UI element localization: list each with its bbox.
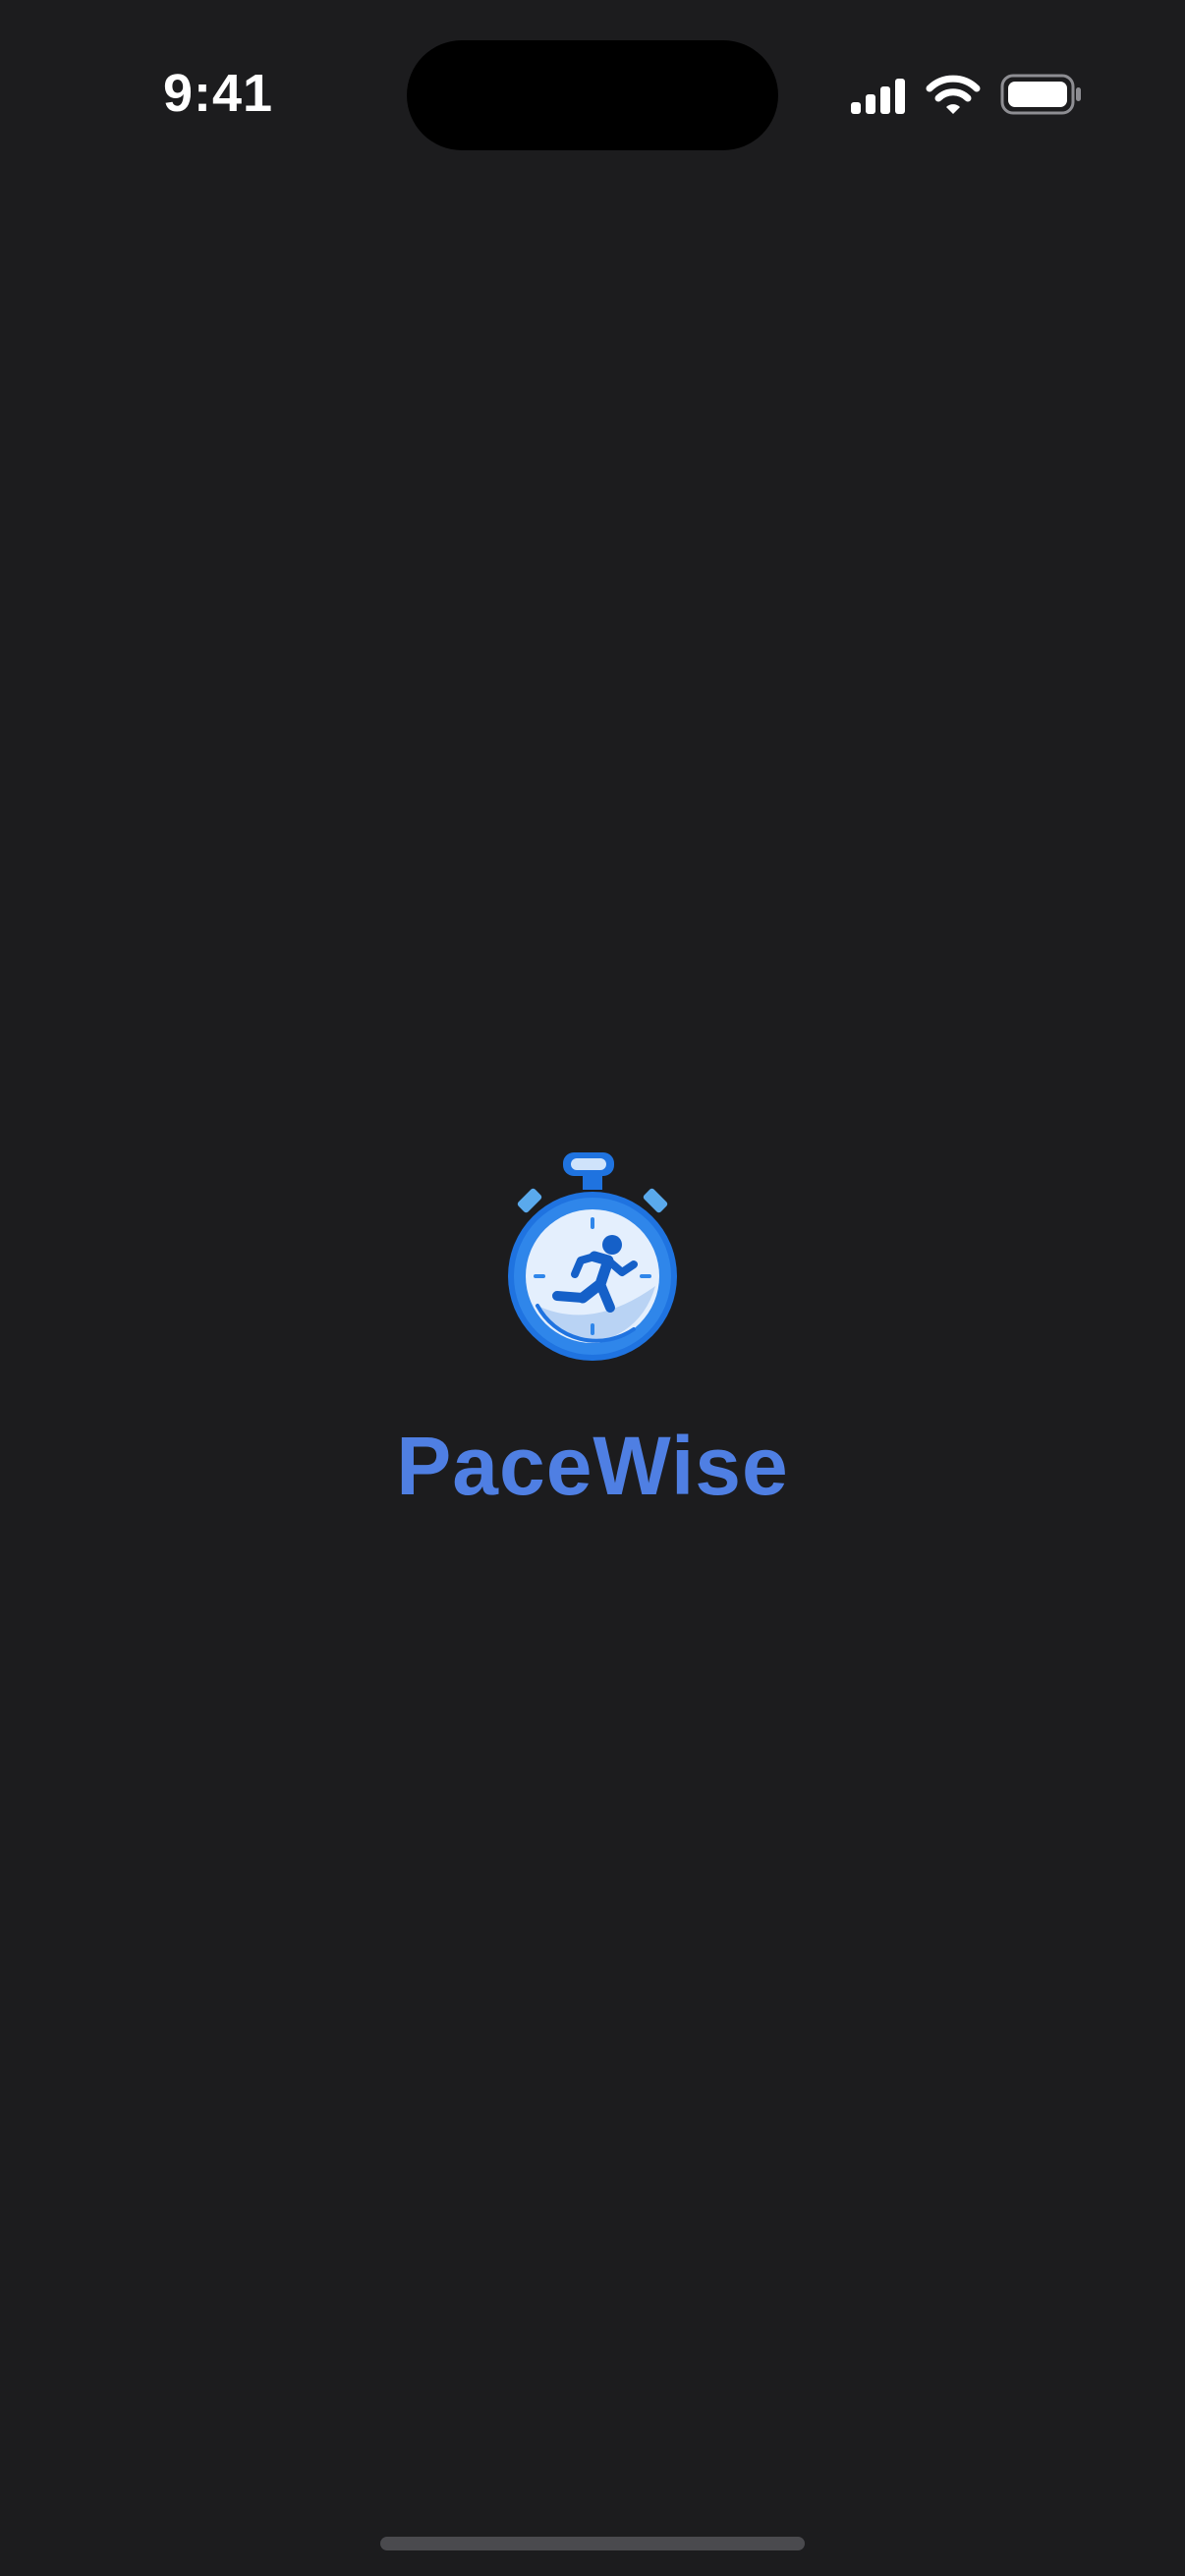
status-bar: 9:41 [0,0,1185,187]
status-icons [847,69,1083,124]
cellular-signal-icon [851,79,905,114]
home-indicator[interactable] [380,2537,805,2550]
stopwatch-runner-icon [508,1152,677,1361]
status-time: 9:41 [163,64,274,123]
splash-screen: PaceWise [0,1140,1185,1533]
wifi-icon [926,75,981,114]
app-name: PaceWise [396,1420,789,1512]
dynamic-island [407,40,778,150]
battery-icon [1000,74,1081,115]
